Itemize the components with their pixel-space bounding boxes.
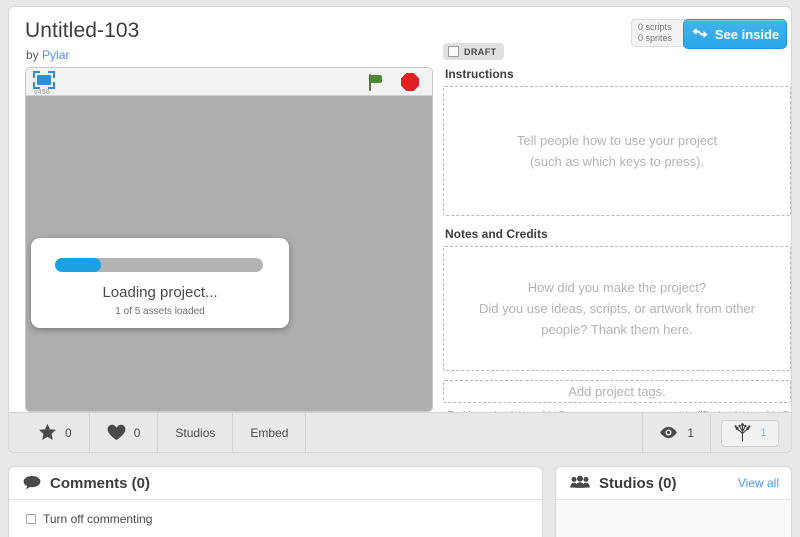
loading-progress-bar (55, 258, 263, 272)
studios-heading: Studios (0) (599, 474, 677, 492)
love-button[interactable]: 0 (90, 413, 159, 453)
views-count: 1 (687, 426, 694, 440)
scripts-count: 0 scripts (638, 22, 672, 32)
turn-off-commenting-checkbox[interactable] (26, 513, 36, 524)
draft-checkbox-icon (448, 46, 459, 57)
stop-button-icon[interactable] (401, 73, 419, 91)
comments-heading: Comments (0) (50, 474, 151, 492)
comments-card: Comments (0) Turn off commenting (8, 466, 543, 537)
loading-progress-fill (55, 258, 101, 272)
page-title: Untitled-103 (25, 19, 140, 42)
project-action-bar: 0 0 Studios Embed 1 1 (9, 412, 791, 453)
player-version-label: v458 (34, 89, 50, 96)
byline-prefix: by (26, 48, 39, 62)
action-bar-right: 1 1 (642, 413, 779, 453)
project-info-column: Instructions Tell people how to use your… (443, 67, 791, 426)
turn-off-commenting-label[interactable]: Turn off commenting (43, 512, 152, 526)
project-card: Untitled-103 by Pylar 0 scripts 0 sprite… (8, 6, 792, 453)
eye-icon (659, 426, 678, 441)
author-link[interactable]: Pylar (42, 48, 69, 62)
action-bar-left: 0 0 Studios Embed (21, 413, 307, 453)
favorite-button[interactable]: 0 (21, 413, 90, 453)
notes-placeholder-line2: Did you use ideas, scripts, or artwork f… (479, 301, 755, 316)
people-group-icon (570, 475, 590, 491)
remix-tree-button[interactable]: 1 (721, 419, 779, 447)
instructions-placeholder-line1: Tell people how to use your project (516, 133, 718, 148)
studios-header: Studios (0) View all (556, 467, 791, 500)
notes-heading: Notes and Credits (445, 227, 548, 241)
studios-view-all-link[interactable]: View all (738, 476, 779, 490)
remix-tree-icon (733, 422, 752, 444)
sprites-count: 0 sprites (638, 33, 673, 43)
views-counter: 1 (642, 413, 711, 453)
heart-icon (107, 424, 126, 443)
notes-placeholder-line3: people? Thank them here. (541, 322, 693, 337)
instructions-heading: Instructions (445, 67, 514, 81)
loading-dialog: Loading project... 1 of 5 assets loaded (31, 238, 289, 328)
loves-count: 0 (133, 426, 141, 440)
draft-badge: DRAFT (443, 43, 504, 60)
byline: by Pylar (26, 48, 69, 62)
loading-title: Loading project... (102, 284, 218, 301)
loading-subtitle: 1 of 5 assets loaded (115, 306, 205, 317)
player-toolbar: v458 (26, 68, 432, 96)
favorites-count: 0 (65, 426, 72, 440)
notes-field[interactable]: How did you make the project? Did you us… (443, 246, 791, 371)
remix-count: 1 (760, 427, 767, 439)
comments-body: Turn off commenting (9, 500, 542, 537)
project-tags-field[interactable]: Add project tags. (443, 380, 791, 403)
draft-label: DRAFT (464, 46, 497, 57)
instructions-field[interactable]: Tell people how to use your project (suc… (443, 86, 791, 216)
instructions-placeholder-line2: (such as which keys to press). (529, 154, 705, 169)
project-header: Untitled-103 by Pylar 0 scripts 0 sprite… (9, 7, 791, 62)
speech-bubble-icon (23, 475, 41, 492)
see-inside-label: See inside (714, 26, 780, 42)
comments-header: Comments (0) (9, 467, 542, 500)
fullscreen-icon[interactable] (33, 71, 55, 89)
see-inside-button[interactable]: See inside (683, 19, 787, 49)
green-flag-icon[interactable] (368, 74, 384, 91)
see-inside-icon (691, 26, 709, 42)
studios-card: Studios (0) View all (555, 466, 792, 537)
project-player: v458 Loading project... 1 of 5 assets lo… (25, 67, 433, 412)
project-stage[interactable]: Loading project... 1 of 5 assets loaded (26, 96, 432, 411)
studios-button[interactable]: Studios (158, 413, 234, 453)
star-icon (38, 423, 57, 443)
notes-placeholder-line1: How did you make the project? (527, 280, 707, 295)
embed-button[interactable]: Embed (233, 413, 307, 453)
studios-body (556, 500, 791, 537)
scratch-project-page: Untitled-103 by Pylar 0 scripts 0 sprite… (0, 0, 800, 537)
